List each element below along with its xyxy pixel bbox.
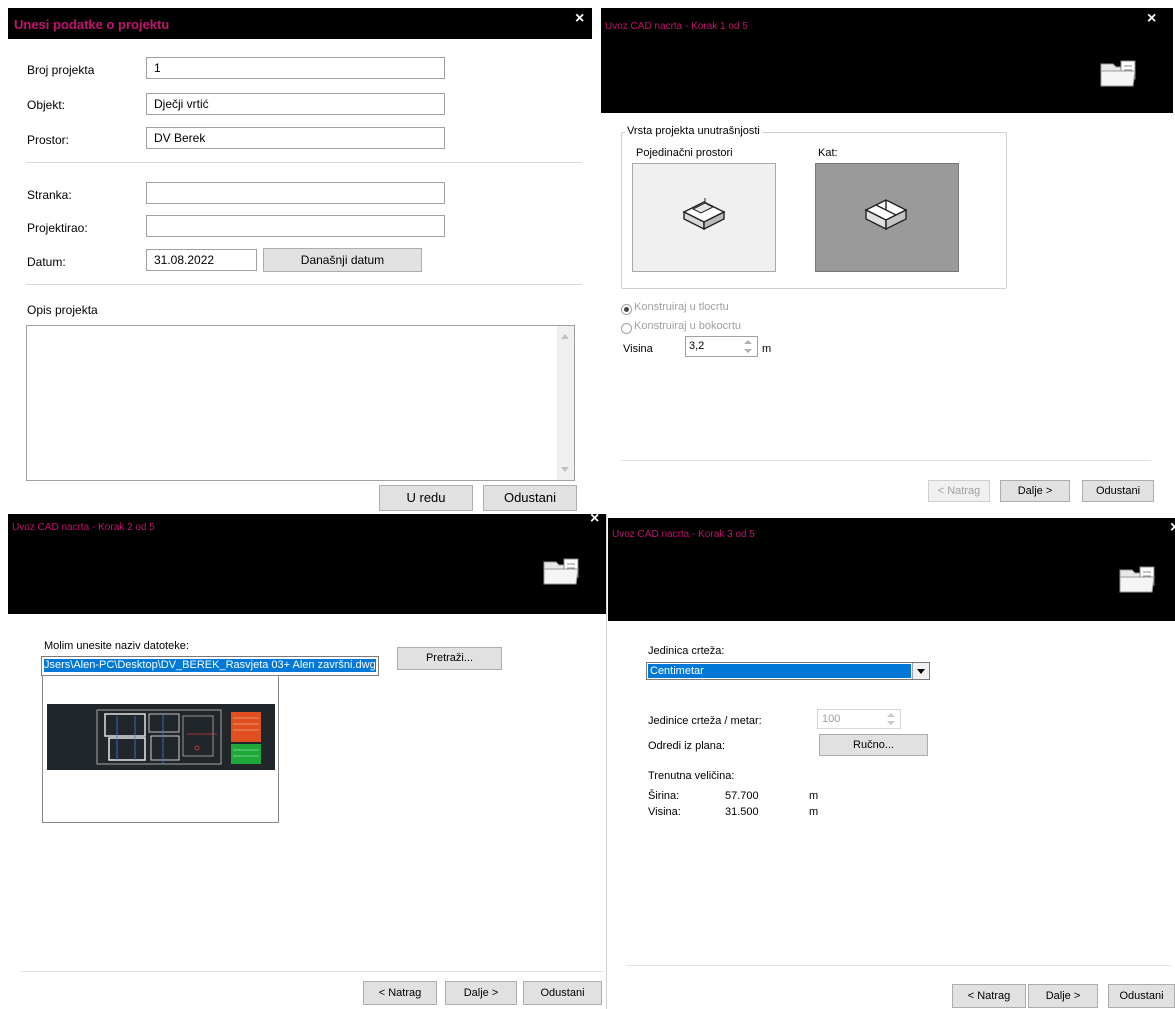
description-textarea[interactable]: [26, 325, 575, 481]
cancel-button[interactable]: Odustani: [1082, 480, 1154, 502]
divider: [626, 965, 1171, 966]
divider: [26, 284, 582, 285]
height-value: 3,2: [689, 340, 705, 352]
file-name-value: Jsers\Alen-PC\Desktop\DV_BEREK_Rasvjeta …: [44, 659, 376, 672]
scroll-up-icon[interactable]: [561, 334, 569, 339]
cancel-button[interactable]: Odustani: [523, 981, 602, 1005]
height-spinner[interactable]: 3,2: [685, 336, 758, 357]
date-label: Datum:: [27, 255, 66, 269]
folder-icon: [1119, 566, 1155, 593]
space-label: Prostor:: [27, 133, 70, 147]
height-unit: m: [762, 343, 772, 355]
dialog-title: Uvoz CAD nacrta - Korak 3 od 5: [612, 529, 755, 540]
close-icon[interactable]: ×: [575, 11, 584, 27]
folder-icon: [1100, 60, 1136, 87]
height-label: Visina: [623, 343, 653, 355]
ok-button[interactable]: U redu: [379, 485, 473, 511]
floor-label: Kat:: [818, 147, 838, 159]
radio-floor-plan-label: Konstruiraj u tlocrtu: [634, 301, 729, 313]
cad-import-step1-dialog: Uvoz CAD nacrta - Korak 1 od 5 × Vrsta p…: [601, 8, 1173, 513]
cad-import-step2-dialog: Uvoz CAD nacrta - Korak 2 od 5 × Molim u…: [8, 514, 607, 1009]
today-date-button[interactable]: Današnji datum: [263, 248, 422, 272]
description-label: Opis projekta: [27, 303, 98, 317]
spin-down-icon[interactable]: [744, 349, 752, 353]
dialog-title: Unesi podatke o projektu: [14, 17, 170, 32]
project-info-dialog: Unesi podatke o projektu × Broj projekta…: [8, 8, 592, 514]
width-unit: m: [809, 790, 819, 802]
units-per-meter-value: 100: [822, 713, 841, 725]
radio-dot: [624, 307, 629, 312]
next-button[interactable]: Dalje >: [1000, 480, 1070, 502]
units-per-meter-spinner: 100: [817, 709, 901, 729]
space-input[interactable]: DV Berek: [146, 127, 445, 149]
date-input[interactable]: 31.08.2022: [146, 249, 257, 271]
back-button[interactable]: < Natrag: [363, 981, 437, 1005]
object-input[interactable]: Dječji vrtić: [146, 93, 445, 115]
client-label: Stranka:: [27, 188, 72, 202]
determine-from-plan-label: Odredi iz plana:: [648, 740, 726, 752]
drawing-unit-value: Centimetar: [648, 664, 911, 678]
radio-floor-plan[interactable]: [621, 304, 632, 315]
radio-section[interactable]: [621, 323, 632, 334]
file-name-label: Molim unesite naziv datoteke:: [44, 640, 189, 652]
width-label: Širina:: [648, 790, 680, 802]
drawing-unit-select[interactable]: Centimetar: [646, 662, 930, 680]
dialog-title: Uvoz CAD nacrta - Korak 1 od 5: [605, 21, 748, 32]
designer-label: Projektirao:: [27, 221, 88, 235]
cancel-button[interactable]: Odustani: [483, 485, 577, 511]
manual-button[interactable]: Ručno...: [819, 734, 928, 756]
dropdown-button[interactable]: [912, 663, 929, 679]
close-icon[interactable]: ×: [590, 514, 599, 527]
units-per-meter-label: Jedinice crteža / metar:: [648, 715, 762, 727]
folder-icon: [543, 558, 579, 585]
project-number-label: Broj projekta: [27, 63, 95, 77]
browse-button[interactable]: Pretraži...: [397, 647, 502, 670]
current-size-label: Trenutna veličina:: [648, 770, 735, 782]
object-label: Objekt:: [27, 98, 66, 112]
divider: [621, 460, 1151, 461]
height-label: Visina:: [648, 806, 681, 818]
back-button[interactable]: < Natrag: [928, 480, 990, 502]
cancel-button[interactable]: Odustani: [1108, 984, 1175, 1008]
height-unit: m: [809, 806, 819, 818]
group-label: Vrsta projekta unutrašnjosti: [625, 125, 762, 137]
cad-import-step3-dialog: Uvoz CAD nacrta - Korak 3 od 5 × Jedinic…: [608, 518, 1175, 1009]
spin-up-icon: [887, 713, 895, 717]
spin-down-icon: [887, 721, 895, 725]
project-number-input[interactable]: 1: [146, 57, 445, 79]
divider: [26, 162, 582, 163]
chevron-down-icon: [917, 669, 925, 674]
spin-up-icon[interactable]: [744, 340, 752, 344]
individual-rooms-label: Pojedinačni prostori: [636, 147, 733, 159]
scroll-down-icon[interactable]: [561, 467, 569, 472]
next-button[interactable]: Dalje >: [1028, 984, 1098, 1008]
cad-drawing-thumbnail: [47, 704, 275, 770]
radio-section-label: Konstruiraj u bokocrtu: [634, 320, 741, 332]
divider: [20, 971, 604, 972]
width-value: 57.700: [725, 790, 759, 802]
close-icon[interactable]: ×: [1170, 520, 1175, 536]
drawing-preview: [42, 675, 279, 823]
dialog-title: Uvoz CAD nacrta - Korak 2 od 5: [12, 522, 155, 533]
vertical-scrollbar[interactable]: [557, 326, 574, 480]
file-name-input[interactable]: Jsers\Alen-PC\Desktop\DV_BEREK_Rasvjeta …: [41, 656, 379, 676]
height-value: 31.500: [725, 806, 759, 818]
individual-rooms-option[interactable]: [632, 163, 776, 272]
close-icon[interactable]: ×: [1147, 11, 1156, 27]
back-button[interactable]: < Natrag: [952, 984, 1026, 1008]
single-room-icon: [682, 198, 726, 231]
floor-icon: [864, 199, 908, 231]
next-button[interactable]: Dalje >: [445, 981, 517, 1005]
floor-option[interactable]: [815, 163, 959, 272]
client-input[interactable]: [146, 182, 445, 204]
designer-input[interactable]: [146, 215, 445, 237]
drawing-unit-label: Jedinica crteža:: [648, 645, 725, 657]
